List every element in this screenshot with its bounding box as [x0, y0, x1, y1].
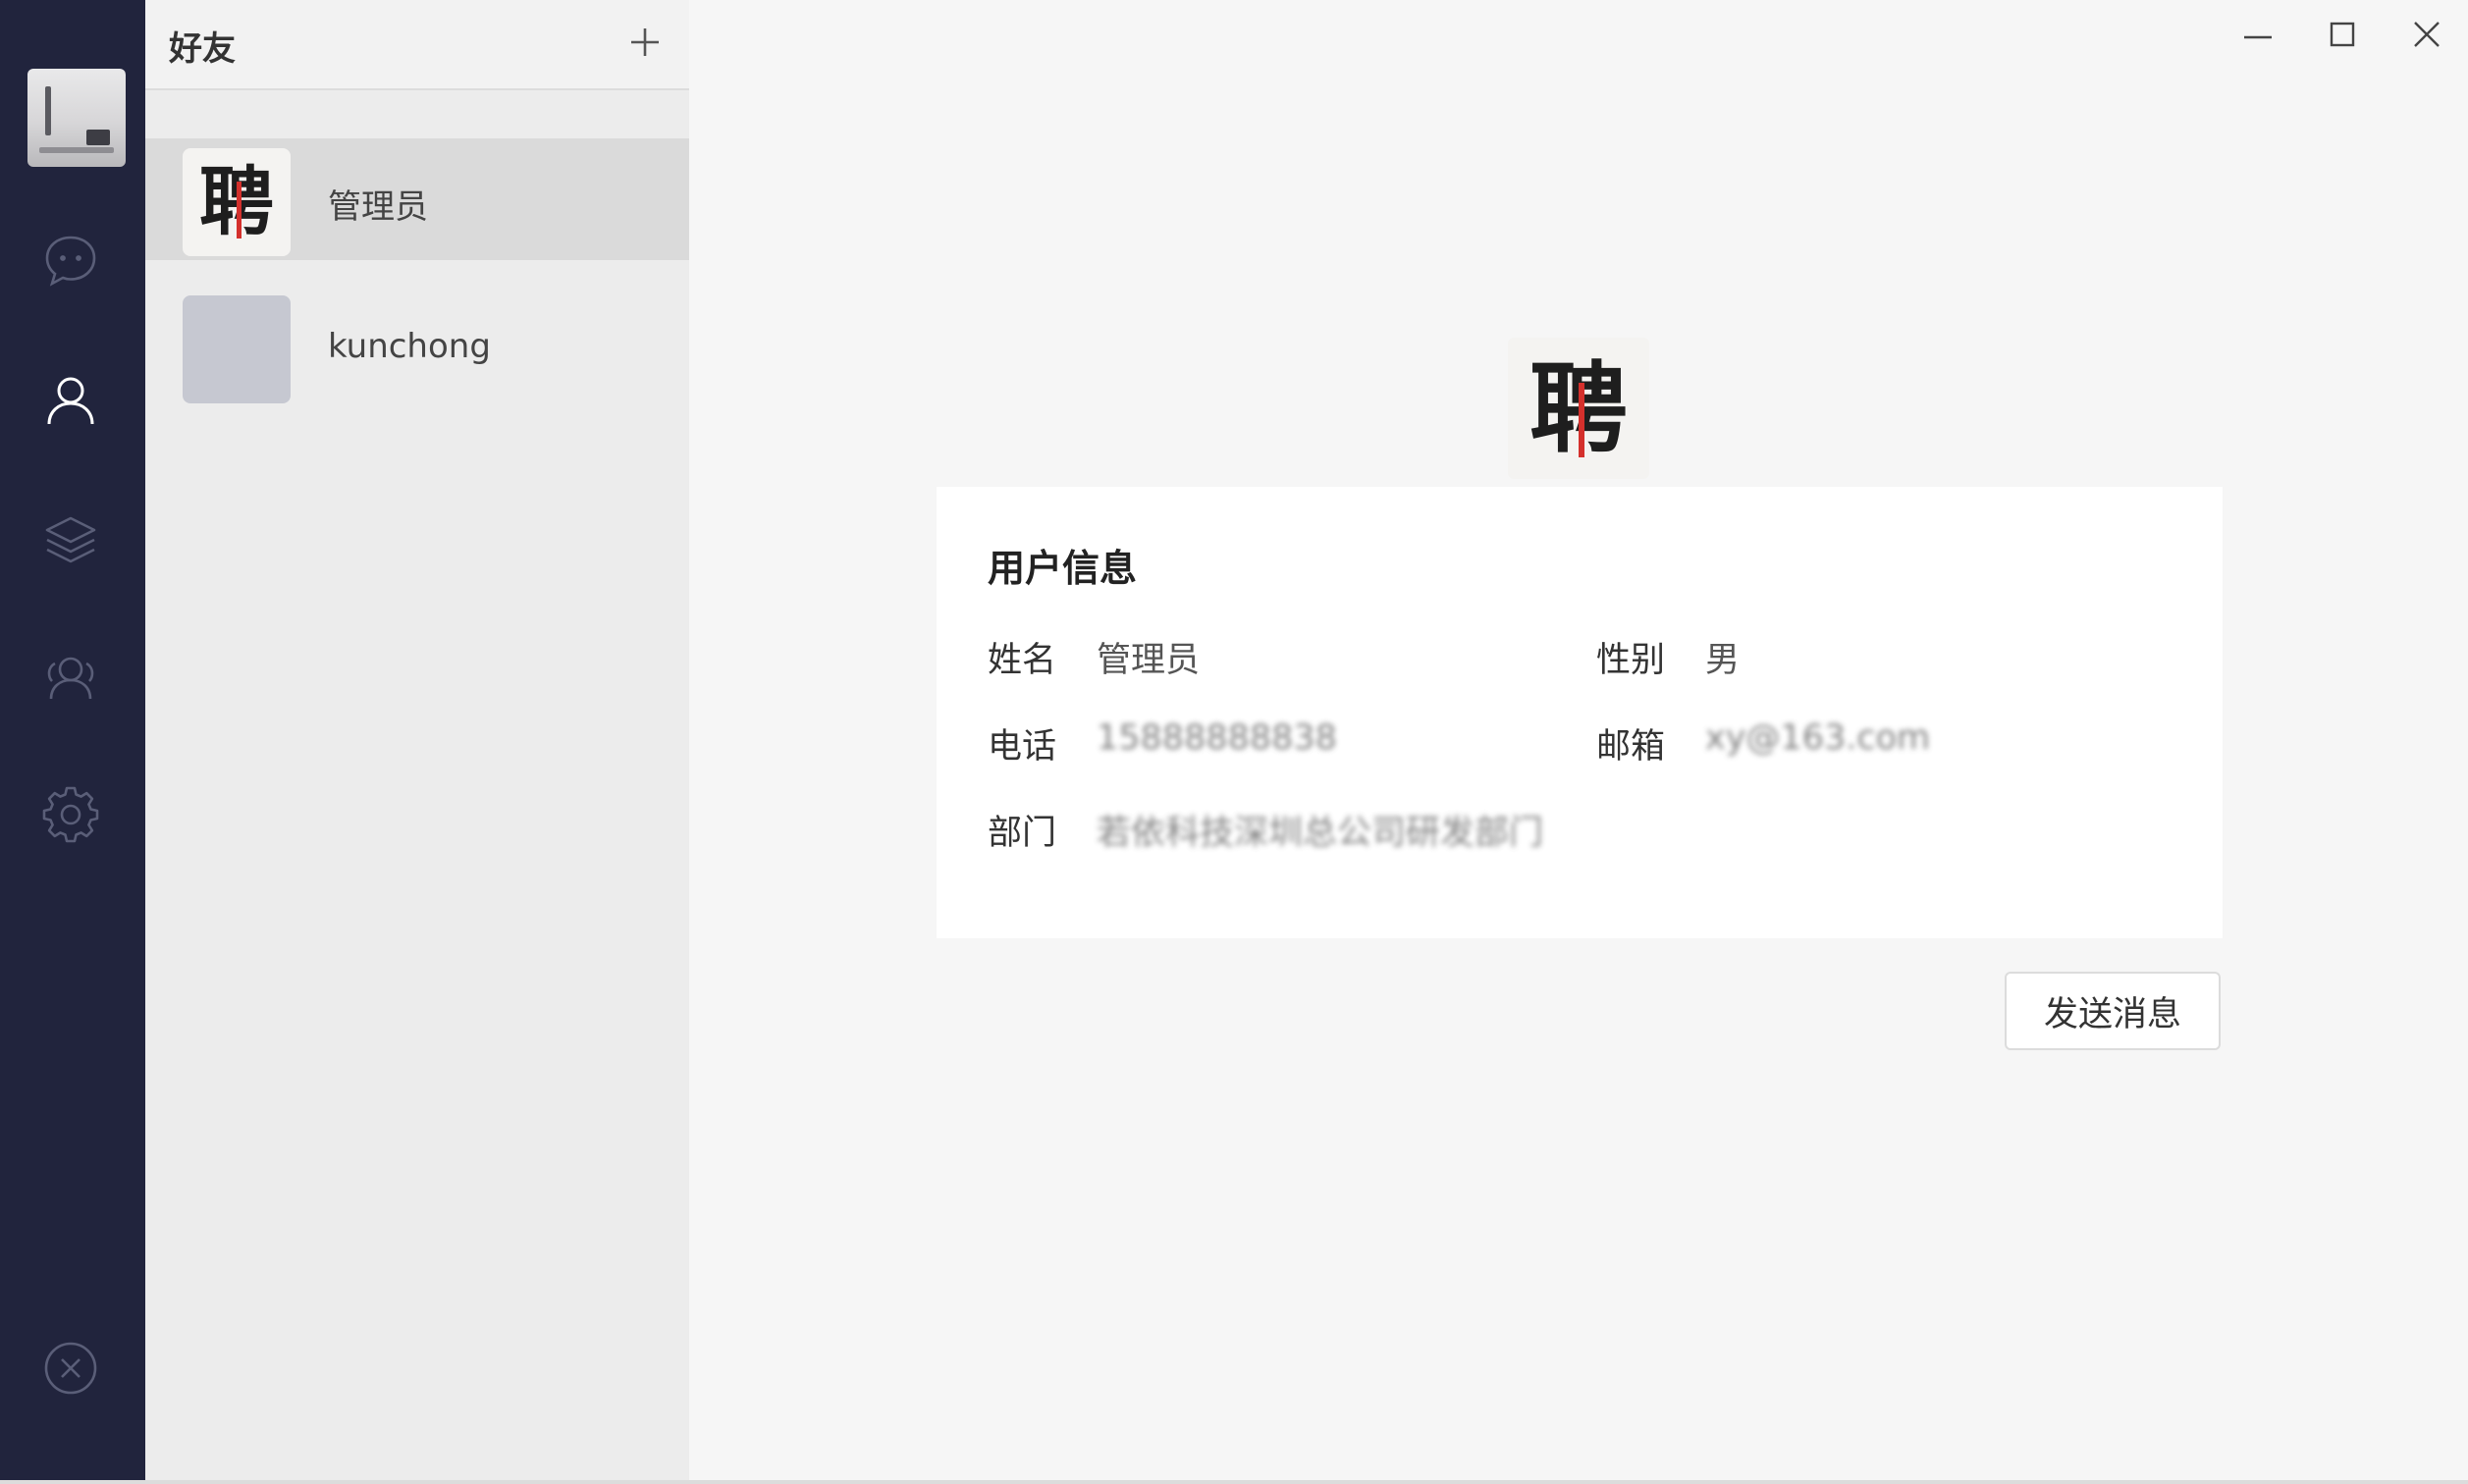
layers-icon[interactable] [39, 508, 102, 571]
gender-label: 性别 [1596, 641, 1666, 680]
minimize-icon[interactable] [2228, 10, 2287, 59]
plus-icon[interactable] [620, 18, 670, 67]
name-value: 管理员 [1097, 641, 1201, 680]
friends-header: 好友 [145, 0, 689, 90]
group-icon[interactable] [39, 646, 102, 709]
nav-rail [0, 0, 145, 1480]
friend-item-kunchong[interactable]: kunchong [145, 286, 689, 407]
friend-name: 管理员 [328, 187, 428, 227]
email-value: xy@163.com [1705, 718, 1931, 758]
friend-name: kunchong [328, 327, 491, 366]
logout-icon[interactable] [39, 1337, 102, 1400]
avatar-red-stroke [237, 182, 241, 238]
name-label: 姓名 [988, 641, 1057, 680]
friend-avatar [183, 295, 291, 403]
close-icon[interactable] [2397, 10, 2456, 59]
user-avatar[interactable] [27, 69, 126, 167]
email-label: 邮箱 [1596, 727, 1666, 767]
friends-title: 好友 [169, 29, 236, 69]
department-value: 若依科技深圳总公司研发部门 [1097, 814, 1544, 853]
profile-avatar: 聘 [1508, 338, 1649, 479]
send-message-button[interactable]: 发送消息 [2005, 972, 2221, 1050]
maximize-icon[interactable] [2313, 10, 2372, 59]
phone-label: 电话 [988, 727, 1057, 767]
profile-pane: 聘 用户信息 姓名 管理员 性别 男 电话 15888888838 邮箱 xy@… [689, 0, 2468, 1480]
contacts-icon[interactable] [39, 369, 102, 432]
friend-avatar: 聘 [183, 148, 291, 256]
avatar-red-stroke [1579, 383, 1584, 457]
user-info-card: 用户信息 姓名 管理员 性别 男 电话 15888888838 邮箱 xy@16… [937, 487, 2223, 938]
friends-panel: 好友 聘 管理员 kunchong [145, 0, 689, 1480]
friend-item-admin[interactable]: 聘 管理员 [145, 138, 689, 260]
department-label: 部门 [988, 814, 1057, 853]
card-title: 用户信息 [988, 547, 1138, 590]
phone-value: 15888888838 [1097, 718, 1337, 758]
app-window: 好友 聘 管理员 kunchong [0, 0, 2468, 1484]
gender-value: 男 [1705, 641, 1741, 680]
window-bottom-border [0, 1480, 2468, 1484]
chat-icon[interactable] [39, 230, 102, 292]
settings-icon[interactable] [39, 783, 102, 846]
